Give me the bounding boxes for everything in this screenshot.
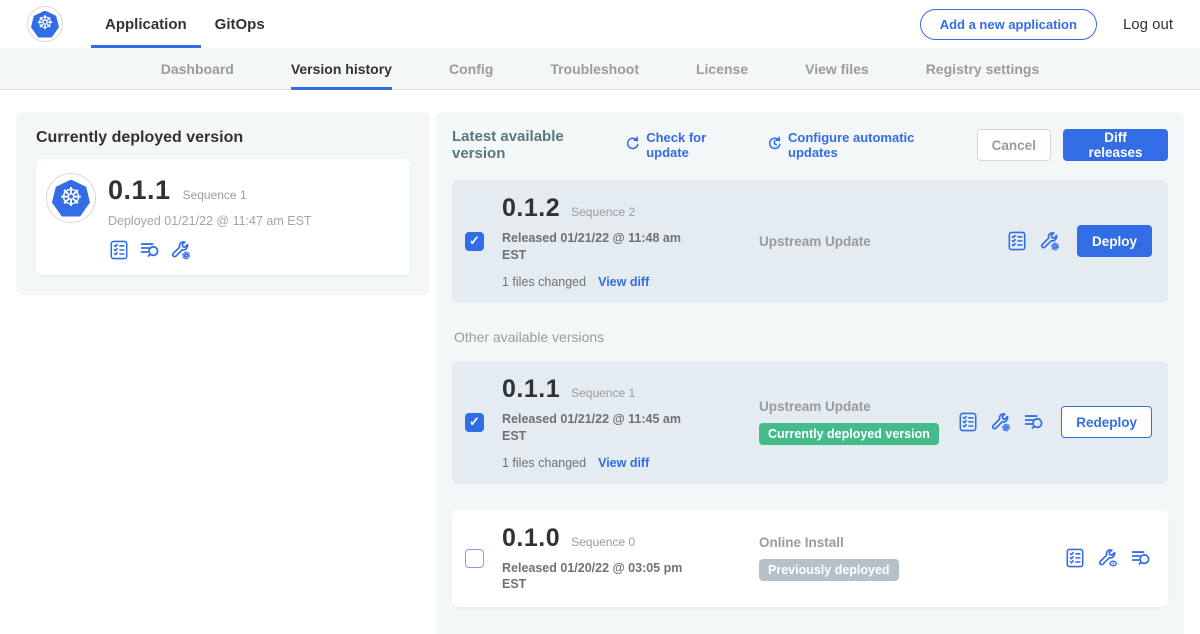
deployed-version-sequence: Sequence 1 [183, 188, 247, 202]
tab-troubleshoot[interactable]: Troubleshoot [550, 48, 639, 90]
top-nav: ☸ Application GitOps Add a new applicati… [0, 0, 1200, 48]
diff-releases-button[interactable]: Diff releases [1063, 129, 1168, 161]
version-actions [1064, 547, 1152, 569]
version-sequence: Sequence 2 [571, 205, 635, 219]
version-row: 0.1.1 Sequence 1 Released 01/21/22 @ 11:… [452, 361, 1168, 484]
version-source-label: Upstream Update [759, 399, 957, 414]
tab-config[interactable]: Config [449, 48, 493, 90]
version-released-timestamp: Released 01/20/22 @ 03:05 pm EST [502, 560, 697, 594]
version-source-label: Upstream Update [759, 234, 1006, 249]
configure-automatic-updates-label: Configure automatic updates [788, 130, 955, 160]
scheduled-update-icon [766, 135, 783, 155]
tab-license[interactable]: License [696, 48, 748, 90]
check-for-update-label: Check for update [646, 130, 744, 160]
check-for-update-link[interactable]: Check for update [624, 130, 744, 160]
deploy-logs-icon[interactable] [1130, 547, 1152, 569]
tab-version-history[interactable]: Version history [291, 48, 392, 90]
deploy-button[interactable]: Redeploy [1061, 406, 1152, 438]
add-new-application-button[interactable]: Add a new application [920, 9, 1097, 40]
tab-dashboard[interactable]: Dashboard [161, 48, 234, 90]
version-status-badge: Currently deployed version [759, 423, 939, 445]
preflight-checks-icon[interactable] [1064, 547, 1086, 569]
tab-gitops[interactable]: GitOps [201, 0, 279, 48]
edit-config-icon[interactable] [990, 411, 1012, 433]
main-content: Currently deployed version ☸ 0.1.1 Seque… [0, 90, 1200, 634]
available-versions-header: Latest available version Check for updat… [452, 128, 1168, 162]
preflight-checks-icon[interactable] [957, 411, 979, 433]
version-row: 0.1.0 Sequence 0 Released 01/20/22 @ 03:… [452, 510, 1168, 608]
version-sequence: Sequence 0 [571, 535, 635, 549]
deployed-version-number: 0.1.1 [108, 175, 171, 206]
available-versions-panel: Latest available version Check for updat… [436, 112, 1184, 634]
files-changed-label: 1 files changed [502, 275, 586, 289]
version-number: 0.1.2 [502, 194, 560, 223]
version-released-timestamp: Released 01/21/22 @ 11:45 am EST [502, 411, 697, 445]
deployed-version-card: ☸ 0.1.1 Sequence 1 Deployed 01/21/22 @ 1… [36, 159, 410, 275]
kubernetes-logo-icon: ☸ [27, 6, 63, 42]
preflight-checks-icon[interactable] [1006, 230, 1028, 252]
version-actions: Redeploy [957, 406, 1152, 438]
version-actions: Deploy [1006, 225, 1152, 257]
version-sequence: Sequence 1 [571, 386, 635, 400]
configure-automatic-updates-link[interactable]: Configure automatic updates [766, 130, 955, 160]
view-config-icon[interactable] [1097, 547, 1119, 569]
deploy-button[interactable]: Deploy [1077, 225, 1152, 257]
refresh-icon [624, 135, 641, 155]
version-select-checkbox[interactable] [465, 549, 484, 568]
currently-deployed-panel: Currently deployed version ☸ 0.1.1 Seque… [16, 112, 430, 295]
version-number: 0.1.0 [502, 524, 560, 553]
edit-config-icon[interactable] [170, 239, 192, 261]
version-source-label: Online Install [759, 535, 1064, 550]
deploy-logs-icon[interactable] [139, 239, 161, 261]
version-number: 0.1.1 [502, 375, 560, 404]
version-select-checkbox[interactable] [465, 232, 484, 251]
cancel-button[interactable]: Cancel [977, 129, 1051, 161]
currently-deployed-title: Currently deployed version [36, 129, 410, 147]
view-diff-link[interactable]: View diff [598, 456, 649, 470]
app-sub-nav: Dashboard Version history Config Trouble… [0, 48, 1200, 90]
version-released-timestamp: Released 01/21/22 @ 11:48 am EST [502, 230, 697, 264]
preflight-checks-icon[interactable] [108, 239, 130, 261]
version-status-badge: Previously deployed [759, 559, 899, 581]
deploy-logs-icon[interactable] [1023, 411, 1045, 433]
tab-registry-settings[interactable]: Registry settings [926, 48, 1040, 90]
version-row: 0.1.2 Sequence 2 Released 01/21/22 @ 11:… [452, 180, 1168, 303]
edit-config-icon[interactable] [1039, 230, 1061, 252]
version-select-checkbox[interactable] [465, 413, 484, 432]
other-available-versions-label: Other available versions [454, 329, 1168, 345]
tab-application[interactable]: Application [91, 0, 201, 48]
deployed-timestamp: Deployed 01/21/22 @ 11:47 am EST [108, 214, 312, 228]
view-diff-link[interactable]: View diff [598, 275, 649, 289]
logout-link[interactable]: Log out [1123, 16, 1173, 33]
app-logo-icon: ☸ [46, 173, 96, 223]
tab-view-files[interactable]: View files [805, 48, 869, 90]
files-changed-label: 1 files changed [502, 456, 586, 470]
latest-available-title: Latest available version [452, 128, 610, 162]
